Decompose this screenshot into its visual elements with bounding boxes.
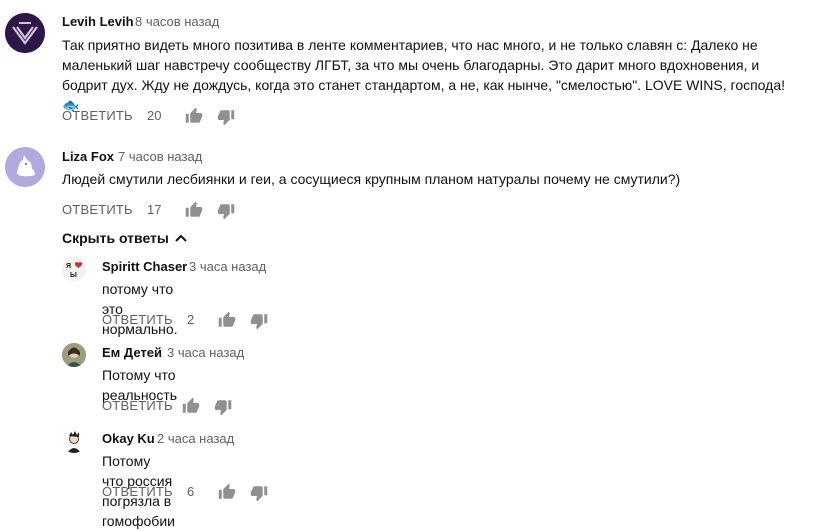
avatar-image: Я Ы	[62, 257, 86, 281]
comment-text-line: маленький шаг навстречу сообществу ЛГБТ,…	[62, 57, 760, 73]
svg-text:Я: Я	[66, 263, 71, 270]
reply-button[interactable]: ОТВЕТИТЬ	[62, 108, 133, 123]
like-count: 6	[187, 484, 195, 499]
reply-author[interactable]: Ем Детей	[102, 345, 162, 360]
like-count: 17	[147, 202, 162, 217]
logo-icon	[5, 13, 45, 53]
avatar[interactable]	[62, 429, 86, 453]
chevron-up-icon	[175, 234, 187, 242]
comment-text-line: Людей смутили лесбиянки и геи, а сосущие…	[62, 171, 681, 187]
svg-text:Ы: Ы	[70, 272, 77, 279]
reply-time[interactable]: 3 часа назад	[167, 345, 244, 360]
avatar[interactable]: Я Ы	[62, 257, 86, 281]
hide-replies-button[interactable]: Скрыть ответы	[62, 230, 187, 246]
thumb-down-icon[interactable]	[250, 312, 268, 330]
comment-text: Людей смутили лесбиянки и геи, а сосущие…	[62, 169, 802, 189]
comment-text-line: бодрит дух. Жду не дождусь, когда это ст…	[62, 77, 786, 113]
avatar-image	[62, 429, 86, 453]
reply-actions: ОТВЕТИТЬ	[102, 307, 173, 331]
comment-actions: ОТВЕТИТЬ	[62, 197, 133, 221]
thumb-up-icon[interactable]	[218, 483, 236, 501]
hide-replies-label: Скрыть ответы	[62, 230, 169, 246]
comment-author[interactable]: Levih Levih	[62, 14, 134, 29]
comment-time[interactable]: 8 часов назад	[135, 14, 219, 29]
avatar[interactable]	[5, 13, 45, 53]
reply-actions: ОТВЕТИТЬ	[102, 479, 173, 503]
thumb-down-icon[interactable]	[217, 108, 235, 126]
reply-actions: ОТВЕТИТЬ	[102, 393, 173, 417]
thumb-down-icon[interactable]	[214, 398, 232, 416]
thumb-up-icon[interactable]	[185, 201, 203, 219]
like-count: 2	[187, 312, 195, 327]
reply-author[interactable]: Spiritt Chaser	[102, 259, 187, 274]
reply-button[interactable]: ОТВЕТИТЬ	[102, 398, 173, 413]
thumb-up-icon[interactable]	[182, 397, 200, 415]
thumb-up-icon[interactable]	[218, 311, 236, 329]
comment-author[interactable]: Liza Fox	[62, 149, 114, 164]
reply-button[interactable]: ОТВЕТИТЬ	[102, 312, 173, 327]
reply-button[interactable]: ОТВЕТИТЬ	[62, 202, 133, 217]
reply-time[interactable]: 3 часа назад	[189, 259, 266, 274]
thumb-down-icon[interactable]	[217, 202, 235, 220]
comment-time[interactable]: 7 часов назад	[118, 149, 202, 164]
fox-icon	[5, 147, 45, 187]
thumb-up-icon[interactable]	[185, 107, 203, 125]
comment-text-line: Так приятно видеть много позитива в лент…	[62, 37, 758, 53]
thumb-down-icon[interactable]	[250, 484, 268, 502]
avatar-image	[62, 343, 86, 367]
comment-text: Так приятно видеть много позитива в лент…	[62, 35, 802, 115]
reply-time[interactable]: 2 часа назад	[157, 431, 234, 446]
like-count: 20	[147, 108, 162, 123]
comment-actions: ОТВЕТИТЬ	[62, 103, 133, 127]
avatar[interactable]	[5, 147, 45, 187]
reply-button[interactable]: ОТВЕТИТЬ	[102, 484, 173, 499]
avatar[interactable]	[62, 343, 86, 367]
reply-author[interactable]: Okay Ku	[102, 431, 155, 446]
